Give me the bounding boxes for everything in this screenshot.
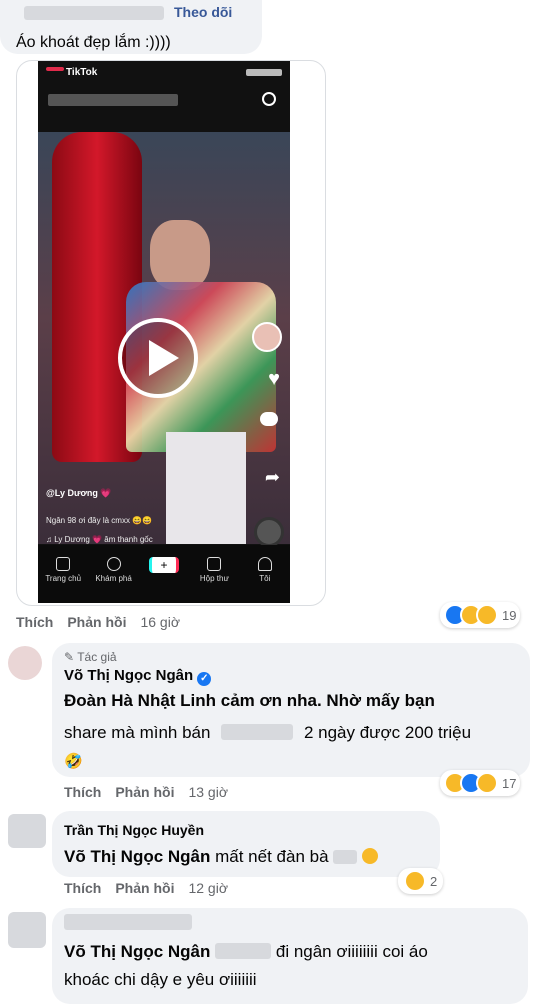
tiktok-nav-inbox[interactable]: Hộp thư [194, 557, 234, 583]
blurred-word [221, 724, 294, 740]
verified-badge-icon: ✓ [197, 672, 212, 686]
comment-actions: Thích Phản hồi 16 giờ [16, 614, 180, 630]
compass-icon [106, 557, 121, 571]
tiktok-header-blur [48, 94, 178, 106]
status-icons [246, 69, 282, 76]
reaction-count: 17 [502, 775, 517, 791]
reply-emoji-line: 🤣 [64, 753, 83, 770]
search-icon[interactable] [262, 92, 276, 106]
reaction-summary[interactable]: 2 [398, 868, 444, 894]
home-icon [56, 557, 71, 571]
wow-reaction-icon [476, 772, 498, 794]
video-frame[interactable]: ♥ ➦ [38, 132, 290, 544]
white-skirt [166, 432, 246, 544]
play-button[interactable] [118, 318, 198, 398]
reply-text-line2: share mà mình bán 2 ngày được 200 triệu [64, 723, 472, 742]
reply-text-line1: Võ Thị Ngọc Ngân đi ngân ơiiiiiiii coi á… [64, 942, 428, 961]
tiktok-logo: TikTok [46, 67, 97, 78]
person-figure [150, 220, 210, 290]
reaction-summary[interactable]: 17 [440, 770, 521, 796]
grin-emoji-icon [362, 848, 379, 864]
like-link[interactable]: Thích [64, 784, 101, 800]
comment-icon[interactable] [260, 412, 278, 426]
tiktok-nav-discover[interactable]: Khám phá [94, 557, 134, 583]
blurred-word [215, 943, 272, 959]
reply-text: Võ Thị Ngọc Ngân mất nết đàn bà [64, 845, 379, 869]
reply-link[interactable]: Phản hồi [115, 784, 174, 800]
tiktok-caption-text: Ngân 98 ơi đây là cmxx 😄😄 [46, 516, 153, 525]
reply-author-name[interactable]: Trần Thị Ngọc Huyền [64, 822, 204, 838]
timestamp[interactable]: 12 giờ [188, 880, 228, 896]
timestamp[interactable]: 13 giờ [188, 784, 228, 800]
reply-text-line2: khoác chi dậy e yêu ơiiiiiii [64, 970, 257, 989]
wow-reaction-icon [476, 604, 498, 626]
avatar[interactable] [8, 646, 42, 680]
tiktok-bottom-nav: Trang chủ Khám phá + Hộp thư Tôi [38, 545, 290, 603]
blurred-avatar [8, 912, 46, 948]
tiktok-screenshot[interactable]: TikTok ♥ ➦ @Ly Dương 💗 Ngân 98 ơi đây là… [38, 61, 290, 603]
share-icon[interactable]: ➦ [265, 467, 280, 488]
heart-icon[interactable]: ♥ [268, 368, 280, 391]
top-comment-text: Áo khoát đẹp lắm :)))) [16, 34, 171, 51]
mention-link[interactable]: Võ Thị Ngọc Ngân [64, 942, 210, 961]
reaction-summary[interactable]: 19 [440, 602, 521, 628]
comment-actions: Thích Phản hồi 12 giờ [64, 880, 228, 896]
haha-reaction-icon [404, 870, 426, 892]
mention-link[interactable]: Võ Thị Ngọc Ngân [64, 847, 210, 866]
follow-link[interactable]: Theo dõi [174, 4, 232, 20]
blurred-author-name [64, 914, 192, 930]
tiktok-music-line: ♫ Ly Dương 💗 âm thanh gốc [46, 535, 153, 544]
reaction-count: 19 [502, 607, 517, 623]
blurred-word [333, 850, 358, 864]
pencil-icon: ✎ [64, 650, 75, 664]
tiktok-caption-user: @Ly Dương 💗 [46, 488, 112, 498]
tiktok-nav-create[interactable]: + [144, 557, 184, 573]
profile-icon [257, 557, 272, 571]
reply-link[interactable]: Phản hồi [115, 880, 174, 896]
like-link[interactable]: Thích [64, 880, 101, 896]
timestamp[interactable]: 16 giờ [140, 614, 180, 630]
tiktok-nav-profile[interactable]: Tôi [245, 557, 285, 583]
author-badge: ✎ Tác giả [64, 650, 117, 664]
reply-author-name[interactable]: Võ Thị Ngọc Ngân ✓ [64, 667, 212, 686]
music-disc[interactable] [254, 517, 284, 547]
reply-mention-line: Đoàn Hà Nhật Linh cảm ơn nha. Nhờ mấy bạ… [64, 689, 435, 713]
inbox-icon [207, 557, 222, 571]
mention-link[interactable]: Đoàn Hà Nhật Linh cảm ơn nha. Nhờ mấy bạ… [64, 691, 435, 710]
reaction-count: 2 [430, 873, 438, 889]
tiktok-nav-home[interactable]: Trang chủ [43, 557, 83, 583]
like-link[interactable]: Thích [16, 614, 53, 630]
blurred-author-name [24, 6, 164, 20]
reply-link[interactable]: Phản hồi [67, 614, 126, 630]
creator-avatar[interactable] [252, 322, 282, 352]
blurred-avatar [8, 814, 46, 848]
comment-actions: Thích Phản hồi 13 giờ [64, 784, 228, 800]
